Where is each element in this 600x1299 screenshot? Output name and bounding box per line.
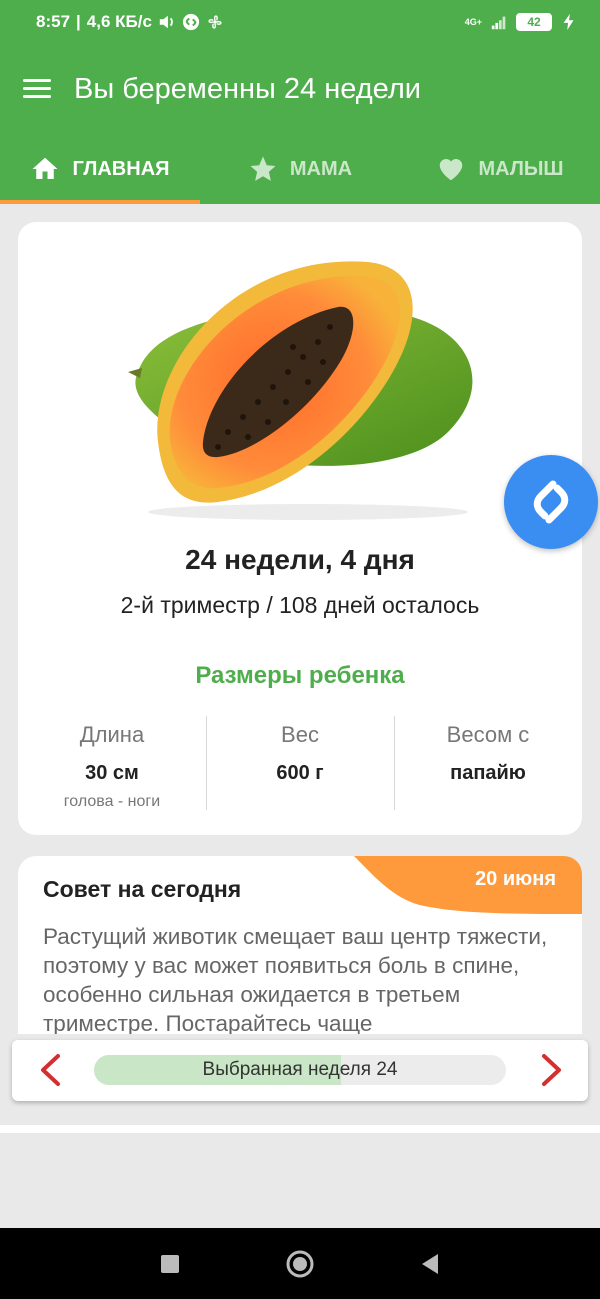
papaya-image (128, 261, 473, 520)
recent-apps-button[interactable] (153, 1247, 187, 1281)
square-icon (161, 1254, 179, 1273)
battery-icon: 42 (516, 13, 552, 31)
stat-length-label: Длина (79, 722, 145, 747)
chevron-left-icon (41, 1054, 60, 1086)
tab-mom[interactable]: МАМА (200, 134, 400, 204)
stat-length-value: 30 см (85, 762, 139, 784)
app-bar: Вы беременны 24 недели (0, 44, 600, 134)
week-selector: Выбранная неделя 24 (12, 1040, 588, 1101)
status-separator: | (76, 12, 81, 31)
fan-icon (208, 15, 222, 29)
baby-sizes-title: Размеры ребенка (195, 662, 405, 689)
trimester-info: 2-й триместр / 108 дней осталось (120, 592, 480, 618)
stat-weight: Вес 600 г (206, 716, 394, 812)
signal-icon (491, 16, 506, 30)
daily-tip-card[interactable]: 20 июня Совет на сегодня Растущий животи… (18, 856, 582, 1034)
heart-icon (440, 159, 463, 181)
stat-weight-label: Вес (281, 722, 319, 747)
home-icon (32, 157, 58, 179)
tab-main[interactable]: ГЛАВНАЯ (0, 134, 200, 204)
week-progress[interactable]: Выбранная неделя 24 (94, 1055, 506, 1085)
tab-mom-label: МАМА (289, 157, 353, 180)
status-bar: 8:57 | 4,6 КБ/с 4G+ 42 (0, 0, 600, 44)
tip-text: Растущий животик смещает ваш центр тяжес… (43, 924, 548, 1034)
tab-bar: ГЛАВНАЯ МАМА МАЛЫШ (0, 134, 600, 204)
previous-week-button[interactable] (30, 1050, 70, 1090)
stat-comparison-value: папайю (450, 762, 526, 784)
shazam-status-icon (182, 13, 200, 31)
tip-title: Совет на сегодня (43, 876, 242, 902)
baby-stats: Длина 30 см голова - ноги Вес 600 г Весо… (18, 716, 582, 812)
stat-length: Длина 30 см голова - ноги (18, 716, 206, 812)
system-nav-bar (0, 1228, 600, 1299)
selected-week-label: Выбранная неделя 24 (202, 1059, 398, 1080)
chevron-right-icon (542, 1054, 561, 1086)
triangle-back-icon (422, 1253, 438, 1274)
shazam-icon (533, 480, 569, 524)
back-button[interactable] (413, 1247, 447, 1281)
tab-baby[interactable]: МАЛЫШ (400, 134, 600, 204)
network-type: 4G+ (464, 16, 482, 27)
stat-length-sub: голова - ноги (63, 793, 161, 810)
tab-main-label: ГЛАВНАЯ (72, 157, 170, 180)
week-title: 24 недели, 4 дня (185, 544, 415, 575)
stat-comparison-label: Весом с (446, 722, 530, 747)
shazam-floating-button[interactable] (504, 455, 598, 549)
tip-date: 20 июня (475, 868, 556, 890)
hamburger-icon (23, 79, 51, 99)
battery-level: 42 (527, 15, 541, 29)
status-speed: 4,6 КБ/с (86, 12, 152, 31)
volume-icon (159, 15, 173, 29)
star-icon (250, 156, 276, 181)
stat-weight-value: 600 г (276, 762, 324, 784)
circle-icon (286, 1250, 314, 1277)
content-divider (0, 1125, 600, 1133)
week-info-card: 24 недели, 4 дня 2-й триместр / 108 дней… (18, 222, 582, 835)
next-week-button[interactable] (532, 1050, 572, 1090)
menu-button[interactable] (0, 44, 74, 134)
home-button[interactable] (283, 1247, 317, 1281)
charging-icon (563, 13, 574, 31)
tab-baby-label: МАЛЫШ (478, 157, 564, 180)
page-title: Вы беременны 24 недели (74, 72, 421, 105)
status-time: 8:57 (36, 12, 71, 31)
stat-comparison: Весом с папайю (394, 716, 582, 812)
